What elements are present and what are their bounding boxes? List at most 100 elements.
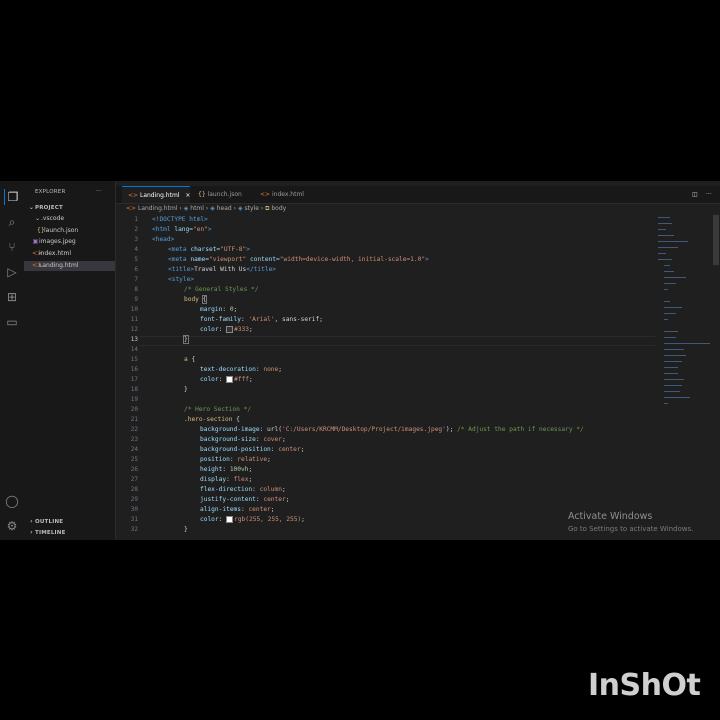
tree-item-label: index.html <box>39 250 71 257</box>
line-number: 4 <box>134 246 138 253</box>
account-icon[interactable]: ◯ <box>4 493 20 509</box>
minimap-line <box>664 319 668 320</box>
breadcrumb-file[interactable]: Landing.html <box>138 205 177 212</box>
html-file-icon: <> <box>32 262 43 269</box>
remote-explorer-icon[interactable]: ▭ <box>4 314 20 330</box>
code-token: none <box>263 366 279 373</box>
code-token: > <box>207 226 212 233</box>
minimap-line <box>664 385 682 386</box>
code-token: ; <box>249 326 253 333</box>
more-icon[interactable]: ··· <box>704 186 716 203</box>
tree-item-label: Landing.html <box>39 262 79 269</box>
line-number: 10 <box>130 306 138 313</box>
tree-item-launch-json[interactable]: {}launch.json <box>24 226 115 236</box>
code-token: } <box>183 335 189 344</box>
line-number: 28 <box>130 486 138 493</box>
element-icon: ◈ <box>210 205 215 212</box>
minimap-line <box>664 283 676 284</box>
code-token: flex-direction <box>200 486 253 493</box>
code-line: /* Hero Section */ <box>184 405 251 415</box>
json-file-icon: {} <box>37 227 45 234</box>
code-token: "width=device-width, initial-scale=1.0" <box>279 256 426 263</box>
code-token: rgb(255, 255, 255) <box>234 516 302 523</box>
minimap[interactable] <box>656 215 712 515</box>
tree-item-index-html[interactable]: <>index.html <box>24 249 115 259</box>
settings-gear-icon[interactable]: ⚙ <box>4 518 20 534</box>
search-icon[interactable]: ⌕ <box>4 214 20 230</box>
code-token: center <box>248 506 271 513</box>
line-number: 16 <box>130 366 138 373</box>
tab-launch-json[interactable]: {} launch.json <box>192 186 252 203</box>
close-icon[interactable]: × <box>185 192 190 199</box>
chevron-down-icon: ⌄ <box>28 204 35 211</box>
code-token: } <box>184 526 188 533</box>
color-swatch-icon[interactable] <box>226 325 234 333</box>
source-control-icon[interactable]: ⑂ <box>4 239 20 255</box>
code-token: : <box>218 376 227 383</box>
code-token: position <box>200 456 230 463</box>
code-token: color <box>200 376 219 383</box>
minimap-line <box>664 373 678 374</box>
timeline-section[interactable]: › TIMELINE <box>24 528 115 538</box>
code-token: : <box>226 476 234 483</box>
tree-item-images-jpeg[interactable]: ▣images.jpeg <box>24 237 115 247</box>
code-line: <html lang="en"> <box>152 225 212 235</box>
breadcrumb-body[interactable]: body <box>271 205 286 212</box>
code-token: ; <box>249 376 253 383</box>
tree-item-landing-html[interactable]: <>Landing.html <box>24 261 115 271</box>
image-file-icon: ▣ <box>32 238 39 245</box>
more-actions-icon[interactable]: ··· <box>96 187 102 196</box>
code-line: <head> <box>152 235 174 245</box>
minimap-line <box>664 307 682 308</box>
selector-icon: ⧉ <box>265 205 270 212</box>
color-swatch-icon[interactable] <box>226 375 234 383</box>
minimap-line <box>664 397 690 398</box>
tab-index-html[interactable]: <> index.html <box>254 186 314 203</box>
explorer-icon[interactable]: ❐ <box>4 189 21 205</box>
minimap-line <box>658 235 674 236</box>
chevron-right-icon: › <box>233 205 237 212</box>
code-line: <title>Travel With Us</title> <box>168 265 276 275</box>
code-line: font-family: 'Arial', sans-serif; <box>200 315 323 325</box>
code-line: position: relative; <box>200 455 271 465</box>
code-token: body <box>184 296 203 303</box>
minimap-line <box>664 379 684 380</box>
code-token: margin <box>200 306 223 313</box>
breadcrumb-html[interactable]: html <box>190 205 204 212</box>
breadcrumb-style[interactable]: style <box>245 205 259 212</box>
minimap-line <box>664 391 680 392</box>
line-number: 13 <box>130 336 138 343</box>
code-line: background-size: cover; <box>200 435 286 445</box>
run-debug-icon[interactable]: ▷ <box>4 264 20 280</box>
tab-landing-html[interactable]: <> Landing.html × <box>122 186 190 203</box>
code-line: justify-content: center; <box>200 495 289 505</box>
code-token: flex <box>233 476 249 483</box>
chevron-right-icon: › <box>260 205 264 212</box>
code-token: { <box>191 356 196 363</box>
vertical-scrollbar[interactable] <box>713 215 719 265</box>
outline-section[interactable]: › OUTLINE <box>24 517 115 527</box>
code-line: } <box>184 525 188 535</box>
line-number: 18 <box>130 386 138 393</box>
minimap-line <box>658 241 688 242</box>
minimap-line <box>664 349 684 350</box>
extensions-icon[interactable]: ⊞ <box>4 289 20 305</box>
code-token: : <box>252 486 260 493</box>
code-token: </title> <box>246 266 277 273</box>
color-swatch-icon[interactable] <box>226 515 234 523</box>
vscode-window: ❐ ⌕ ⑂ ▷ ⊞ ▭ ◯ ⚙ EXPLORER ··· ⌄PROJECT ⌄.… <box>0 181 720 540</box>
tab-label: Landing.html <box>139 192 180 199</box>
split-editor-icon[interactable]: ◫ <box>690 186 702 203</box>
code-token: column <box>259 486 282 493</box>
code-token: center <box>278 446 301 453</box>
line-number: 14 <box>130 346 138 353</box>
minimap-line <box>664 277 686 278</box>
code-token: "viewport" <box>209 256 250 263</box>
tree-item-vscode[interactable]: ⌄.vscode <box>24 214 115 224</box>
code-line: .hero-section { <box>184 415 240 425</box>
breadcrumb-head[interactable]: head <box>217 205 232 212</box>
chevron-right-icon: › <box>179 205 182 212</box>
code-token: , sans-serif; <box>274 316 323 323</box>
code-token: color <box>200 326 219 333</box>
project-folder[interactable]: ⌄PROJECT <box>24 203 115 213</box>
